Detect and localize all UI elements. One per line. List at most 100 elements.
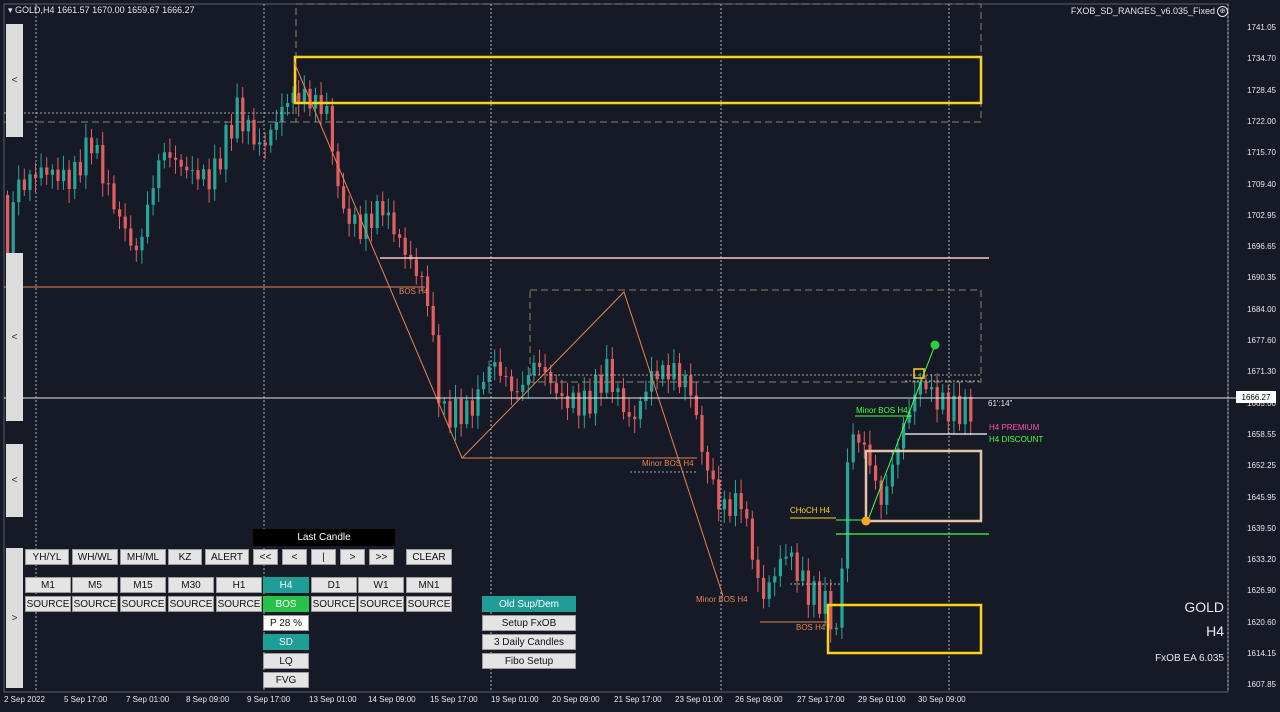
time-tick: 19 Sep 01:00: [491, 695, 539, 704]
sd-button[interactable]: SD: [263, 634, 309, 650]
candle-body: [812, 581, 816, 605]
candle-body: [594, 374, 598, 414]
source-h4-button[interactable]: BOS: [263, 596, 309, 612]
dropdown-triangle-icon[interactable]: ▾: [8, 5, 13, 15]
nav-next-button[interactable]: >: [340, 549, 365, 565]
candle-body: [818, 581, 822, 614]
candle-body: [437, 335, 441, 404]
candle-body: [168, 152, 172, 158]
price-tick: 1702.95: [1247, 210, 1276, 220]
nav-first-button[interactable]: <<: [253, 549, 278, 565]
candle-body: [67, 169, 71, 189]
price-tick: 1722.00: [1247, 116, 1276, 126]
time-tick: 20 Sep 09:00: [552, 695, 600, 704]
source-m15-button[interactable]: SOURCE: [120, 596, 166, 612]
candle-body: [230, 124, 234, 139]
indicator-name: FXOB_SD_RANGES_v6.035_Fixed ⊕: [1071, 6, 1228, 18]
source-m30-button[interactable]: SOURCE: [168, 596, 214, 612]
timeframe-m1-button[interactable]: M1: [25, 577, 71, 593]
three-daily-candles-button[interactable]: 3 Daily Candles: [482, 634, 576, 650]
supply-zone-top: [293, 55, 983, 105]
fvg-button[interactable]: FVG: [263, 672, 309, 688]
candle-body: [941, 392, 945, 410]
candle-body: [162, 152, 166, 161]
demand-zone-bottom: [826, 603, 983, 655]
source-m5-button[interactable]: SOURCE: [72, 596, 118, 612]
candle-body: [370, 213, 374, 229]
timeframe-m30-button[interactable]: M30: [168, 577, 214, 593]
candle-body: [767, 582, 771, 599]
side-toggle-3[interactable]: <: [6, 444, 23, 517]
settings-circle-icon[interactable]: ⊕: [1217, 6, 1228, 18]
setup-fxob-button[interactable]: Setup FxOB: [482, 615, 576, 631]
timeframe-h4-button[interactable]: H4: [263, 577, 309, 593]
candle-body: [157, 160, 161, 189]
side-toggle-2[interactable]: <: [6, 253, 23, 421]
candle-body: [78, 161, 82, 176]
old-sup-dem-button[interactable]: Old Sup/Dem: [482, 596, 576, 612]
timeframe-w1-button[interactable]: W1: [358, 577, 404, 593]
wh-wl-button[interactable]: WH/WL: [72, 549, 118, 565]
candle-body: [330, 105, 334, 152]
candle-body: [118, 209, 122, 217]
mh-ml-button[interactable]: MH/ML: [120, 549, 166, 565]
clear-button[interactable]: CLEAR: [406, 549, 452, 565]
candle-body: [476, 389, 480, 416]
nav-current-button[interactable]: |: [311, 549, 336, 565]
candle-body: [924, 382, 928, 390]
side-toggle-4[interactable]: >: [6, 548, 23, 688]
timeframe-d1-button[interactable]: D1: [311, 577, 357, 593]
candle-body: [459, 398, 463, 425]
source-m1-button[interactable]: SOURCE: [25, 596, 71, 612]
label-minor-bos-2: Minor BOS H4: [696, 595, 748, 604]
candle-body: [386, 212, 390, 216]
candle-body: [560, 393, 564, 396]
timeframe-mn1-button[interactable]: MN1: [406, 577, 452, 593]
candle-body: [538, 362, 542, 367]
candle-body: [190, 170, 194, 172]
candle-body: [885, 486, 889, 505]
candle-body: [258, 142, 262, 145]
premium-percent-field[interactable]: P 28 %: [263, 615, 309, 631]
candle-body: [498, 361, 502, 376]
source-d1-button[interactable]: SOURCE: [311, 596, 357, 612]
fibo-setup-button[interactable]: Fibo Setup: [482, 653, 576, 669]
candle-body: [442, 401, 446, 404]
candle-body: [112, 183, 116, 210]
nav-prev-button[interactable]: <: [282, 549, 307, 565]
current-price-tag: 1666.27: [1236, 391, 1276, 403]
alert-button[interactable]: ALERT: [205, 549, 249, 565]
candle-body: [319, 95, 323, 115]
candle-body: [958, 395, 962, 425]
candle-body: [874, 465, 878, 481]
candle-body: [252, 119, 256, 145]
side-toggle-1[interactable]: <: [6, 24, 23, 137]
candle-body: [487, 366, 491, 382]
lq-button[interactable]: LQ: [263, 653, 309, 669]
time-tick: 8 Sep 09:00: [186, 695, 230, 704]
candle-body: [717, 479, 721, 510]
candle-body: [342, 186, 346, 209]
yh-yl-button[interactable]: YH/YL: [25, 549, 69, 565]
candle-body: [846, 462, 850, 569]
timeframe-m15-button[interactable]: M15: [120, 577, 166, 593]
candle-body: [756, 559, 760, 578]
timeframe-m5-button[interactable]: M5: [72, 577, 118, 593]
source-h1-button[interactable]: SOURCE: [216, 596, 262, 612]
candle-body: [532, 362, 536, 376]
source-w1-button[interactable]: SOURCE: [358, 596, 404, 612]
candle-body: [174, 157, 178, 160]
kz-button[interactable]: KZ: [168, 549, 202, 565]
symbol-info: ▾ GOLD,H4 1661.57 1670.00 1659.67 1666.2…: [8, 5, 195, 15]
nav-last-button[interactable]: >>: [369, 549, 394, 565]
timeframe-h1-button[interactable]: H1: [216, 577, 262, 593]
candle-body: [28, 174, 32, 190]
candle-body: [599, 374, 603, 393]
time-tick: 9 Sep 17:00: [247, 695, 291, 704]
source-mn1-button[interactable]: SOURCE: [406, 596, 452, 612]
watermark-symbol: GOLD: [1184, 599, 1224, 615]
candle-body: [750, 518, 754, 560]
label-bos-1: BOS H4: [399, 287, 429, 296]
price-tick: 1677.60: [1247, 336, 1276, 345]
candle-body: [392, 212, 396, 235]
